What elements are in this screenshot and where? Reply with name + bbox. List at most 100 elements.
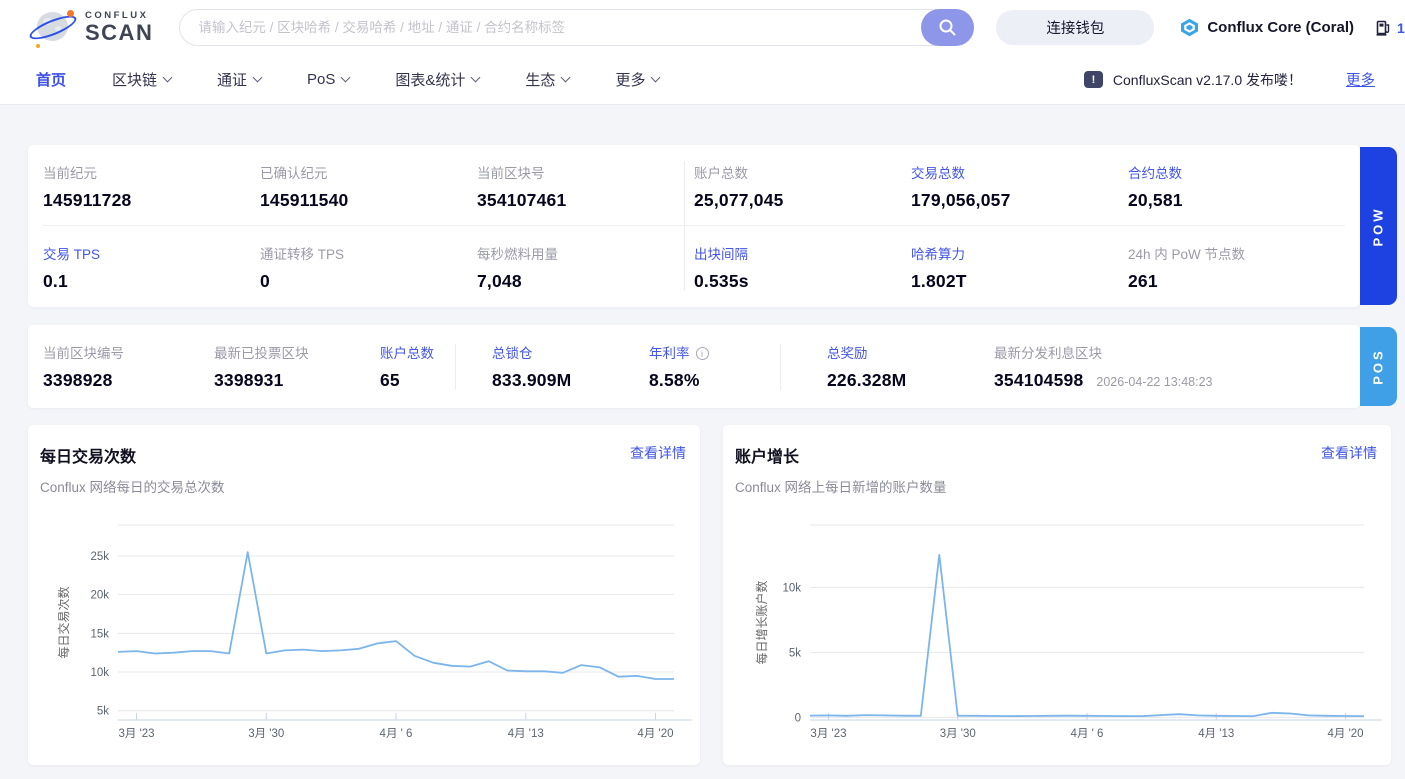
stat-value: 7,048 bbox=[477, 271, 522, 291]
stat-value: 0.1 bbox=[43, 271, 68, 291]
stat-cell: 当前纪元 145911728 bbox=[43, 162, 260, 225]
nav-item-5[interactable]: 生态 bbox=[525, 69, 571, 90]
info-icon[interactable]: i bbox=[695, 347, 709, 360]
data-line-series bbox=[117, 551, 674, 680]
pos-vertical-divider bbox=[780, 343, 781, 390]
pow-tab[interactable]: POW bbox=[1360, 147, 1397, 305]
stat-value: 25,077,045 bbox=[694, 190, 784, 210]
chart-subtitle: Conflux 网络上每日新增的账户数量 bbox=[735, 480, 947, 495]
stat-label[interactable]: 出块间隔 bbox=[694, 243, 911, 263]
pow-stats-panel: 当前纪元 145911728 已确认纪元 145911540 当前区块号 35410746… bbox=[28, 145, 1397, 307]
stat-cell: 交易总数 179,056,057 bbox=[911, 162, 1128, 225]
stat-cell: 24h 内 PoW 节点数 261 bbox=[1128, 243, 1345, 307]
chart-cards: 每日交易次数 Conflux 网络每日的交易总次数 查看详情 5k 10k 15k 2… bbox=[28, 425, 1405, 765]
gas-pump-icon bbox=[1376, 20, 1390, 36]
view-details-link[interactable]: 查看详情 bbox=[630, 443, 686, 463]
y-tick-label: 0 bbox=[795, 712, 801, 724]
x-tick-label: 3月 '30 bbox=[248, 728, 284, 740]
daily-transactions-card: 每日交易次数 Conflux 网络每日的交易总次数 查看详情 5k 10k 15k 2… bbox=[28, 425, 700, 765]
pos-tab[interactable]: POS bbox=[1360, 327, 1397, 406]
network-name: Conflux Core (Coral) bbox=[1207, 19, 1355, 36]
stat-label: 已确认纪元 bbox=[260, 166, 328, 181]
confluxscan-logo[interactable]: CONFLUX SCAN bbox=[27, 7, 153, 49]
stat-label: 通证转移 TPS bbox=[260, 247, 345, 262]
announcement-text[interactable]: ConfluxScan v2.17.0 发布喽！ bbox=[1113, 70, 1302, 90]
gas-price[interactable]: 1 Gdrip bbox=[1376, 20, 1405, 36]
y-tick-label: 10k bbox=[90, 667, 109, 679]
stat-value: 3398931 bbox=[214, 370, 284, 390]
view-details-link[interactable]: 查看详情 bbox=[1321, 443, 1377, 463]
stat-value: 0.535s bbox=[694, 271, 749, 291]
stat-cell: 已确认纪元 145911540 bbox=[260, 162, 477, 225]
stat-cell: 通证转移 TPS 0 bbox=[260, 243, 477, 307]
pos-stat-cell: 年利率 i 8.58% bbox=[649, 342, 780, 391]
stat-value: 145911540 bbox=[260, 190, 349, 210]
header: CONFLUX SCAN 连接钱包 Conflux Core (Coral) 1 bbox=[0, 0, 1405, 55]
chevron-down-icon bbox=[252, 72, 263, 83]
pow-stat-row-0: 当前纪元 145911728 已确认纪元 145911540 当前区块号 35410746… bbox=[43, 145, 1345, 226]
pos-stat-cell: 最新分发利息区块 354104598 2026-04-22 13:48:23 bbox=[994, 342, 1212, 391]
stat-label[interactable]: 合约总数 bbox=[1128, 162, 1345, 182]
chevron-down-icon bbox=[162, 72, 173, 83]
logo-text: CONFLUX SCAN bbox=[85, 11, 153, 44]
stat-cell: 出块间隔 0.535s bbox=[694, 243, 911, 307]
y-tick-label: 5k bbox=[97, 706, 109, 718]
stat-label: 账户总数 bbox=[694, 166, 748, 181]
x-tick-label: 4月 ' 6 bbox=[1071, 728, 1104, 740]
stat-label[interactable]: 总奖励 bbox=[827, 342, 994, 362]
announcement-more-link[interactable]: 更多 bbox=[1346, 69, 1375, 90]
chevron-down-icon bbox=[470, 72, 481, 83]
stat-value: 261 bbox=[1128, 271, 1158, 291]
stat-value: 65 bbox=[380, 370, 400, 390]
stat-label[interactable]: 交易总数 bbox=[911, 162, 1128, 182]
pos-stat-cell: 总锁仓 833.909M bbox=[492, 342, 649, 391]
gas-value: 1 bbox=[1397, 19, 1405, 36]
nav-item-4[interactable]: 图表&统计 bbox=[395, 69, 481, 90]
chevron-down-icon bbox=[560, 72, 571, 83]
stat-label: 当前区块号 bbox=[477, 166, 545, 181]
conflux-network-icon bbox=[1181, 18, 1199, 37]
nav-item-0[interactable]: 首页 bbox=[36, 69, 66, 90]
stat-label[interactable]: 哈希算力 bbox=[911, 243, 1128, 263]
nav-item-1[interactable]: 区块链 bbox=[112, 69, 173, 90]
nav-item-label: 首页 bbox=[36, 72, 67, 89]
stat-label: 24h 内 PoW 节点数 bbox=[1128, 247, 1246, 262]
nav-item-label: 图表&统计 bbox=[395, 72, 466, 89]
account-growth-chart[interactable]: 0 5k 10k 3月 '23 3月 '30 4月 ' 6 4月 '13 4月 '20 每日增长… bbox=[723, 508, 1391, 748]
account-growth-card: 账户增长 Conflux 网络上每日新增的账户数量 查看详情 0 5k 10k 3月 … bbox=[723, 425, 1391, 765]
y-tick-label: 25k bbox=[90, 551, 109, 563]
search-bar bbox=[179, 9, 975, 46]
data-line-series bbox=[809, 554, 1365, 718]
stat-value: 20,581 bbox=[1128, 190, 1183, 210]
search-button[interactable] bbox=[921, 9, 975, 46]
stat-label: 当前区块编号 bbox=[43, 346, 124, 361]
y-axis-title: 每日交易次数 bbox=[56, 586, 71, 658]
stat-label[interactable]: 交易 TPS bbox=[43, 243, 260, 263]
nav-item-2[interactable]: 通证 bbox=[217, 69, 263, 90]
x-tick-label: 4月 '13 bbox=[508, 728, 544, 740]
network-selector[interactable]: Conflux Core (Coral) bbox=[1180, 18, 1354, 37]
stat-label[interactable]: 总锁仓 bbox=[492, 342, 649, 362]
stat-value: 1.802T bbox=[911, 271, 967, 291]
search-icon bbox=[939, 19, 956, 36]
stat-label[interactable]: 账户总数 bbox=[380, 342, 455, 362]
timestamp: 2026-04-22 13:48:23 bbox=[1096, 375, 1213, 389]
chevron-down-icon bbox=[340, 72, 351, 83]
pos-stat-cell: 当前区块编号 3398928 bbox=[43, 342, 214, 391]
connect-wallet-button[interactable]: 连接钱包 bbox=[996, 10, 1155, 45]
daily-transactions-chart[interactable]: 5k 10k 15k 20k 25k 3月 '23 3月 '30 4月 ' 6 4月 '13 4月… bbox=[28, 508, 700, 748]
y-tick-label: 10k bbox=[782, 582, 801, 594]
stat-label[interactable]: 年利率 i bbox=[649, 342, 780, 362]
stat-value: 3398928 bbox=[43, 370, 113, 390]
nav-item-3[interactable]: PoS bbox=[307, 71, 351, 88]
search-input[interactable] bbox=[179, 9, 975, 46]
stat-cell: 每秒燃料用量 7,048 bbox=[477, 243, 694, 307]
main-nav: 首页 区块链 通证 PoS 图表&统计 生态 更多 ! ConfluxScan v2.17.… bbox=[0, 55, 1405, 105]
chart-title: 每日交易次数 bbox=[40, 449, 137, 466]
nav-item-6[interactable]: 更多 bbox=[615, 69, 661, 90]
pow-tab-label: POW bbox=[1371, 205, 1386, 247]
planet-logo-icon bbox=[27, 7, 79, 49]
stat-value: 354104598 bbox=[994, 370, 1084, 390]
stat-label: 最新分发利息区块 bbox=[994, 346, 1102, 361]
nav-item-label: 更多 bbox=[615, 72, 646, 89]
